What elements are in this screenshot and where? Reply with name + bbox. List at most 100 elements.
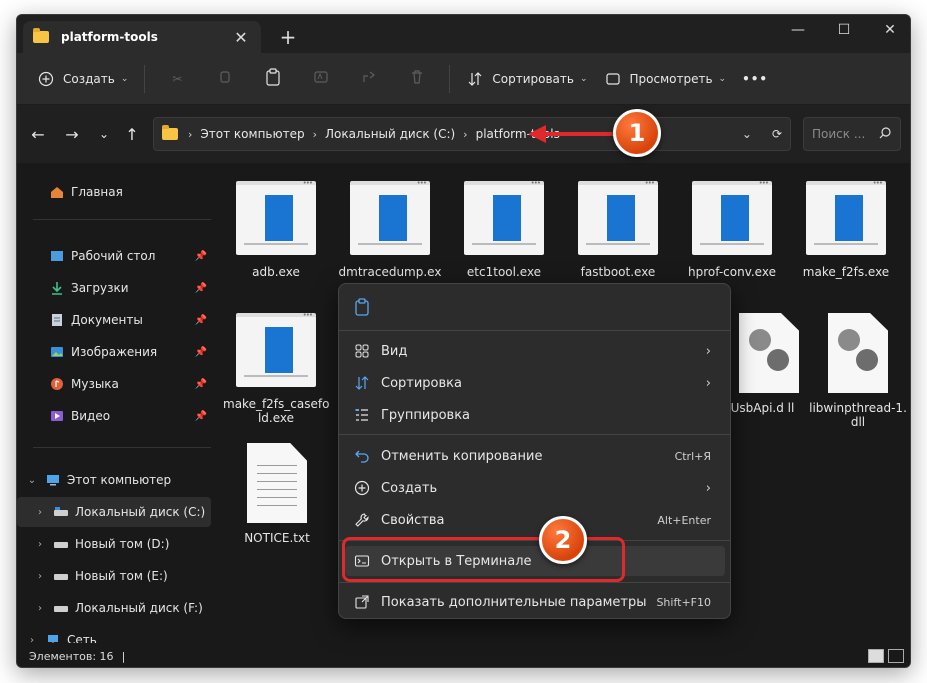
chevron-right-icon[interactable]: › bbox=[33, 507, 47, 518]
breadcrumb-this-pc[interactable]: Этот компьютер bbox=[200, 127, 304, 141]
menu-item-sort[interactable]: Сортировка › bbox=[345, 368, 725, 398]
menu-separator bbox=[339, 582, 730, 583]
sidebar-item-downloads[interactable]: Загрузки 📌 bbox=[17, 273, 211, 303]
dll-gear-icon bbox=[828, 313, 888, 393]
sidebar-item-drive-c[interactable]: › Локальный диск (C:) bbox=[17, 497, 211, 527]
menu-item-view[interactable]: Вид › bbox=[345, 336, 725, 366]
delete-button[interactable] bbox=[393, 63, 441, 95]
file-item-adbwinusbapi[interactable]: nUsbApi.d ll bbox=[723, 313, 803, 415]
file-name: fastboot.exe bbox=[580, 265, 656, 279]
file-item-fastboot[interactable]: fastboot.exe bbox=[565, 179, 671, 279]
video-icon bbox=[49, 408, 65, 424]
sidebar-item-this-pc[interactable]: ⌄ Этот компьютер bbox=[17, 465, 211, 495]
application-icon bbox=[806, 179, 886, 255]
clipboard-icon bbox=[265, 68, 281, 89]
menu-item-properties[interactable]: Свойства Alt+Enter bbox=[345, 505, 725, 535]
menu-separator bbox=[339, 330, 730, 331]
chevron-right-icon: › bbox=[705, 375, 711, 391]
menu-item-label: Свойства bbox=[381, 512, 445, 528]
forward-arrow-icon[interactable]: → bbox=[59, 123, 85, 145]
sidebar-item-desktop[interactable]: Рабочий стол 📌 bbox=[17, 241, 211, 271]
address-history-chevron-icon[interactable]: ⌄ bbox=[742, 127, 752, 141]
menu-item-undo-copy[interactable]: Отменить копирование Ctrl+Я bbox=[345, 441, 725, 471]
cut-button[interactable]: ✂ bbox=[153, 63, 201, 95]
share-icon bbox=[361, 69, 377, 88]
chevron-right-icon[interactable]: › bbox=[33, 539, 47, 550]
chevron-right-icon[interactable]: › bbox=[33, 571, 47, 582]
toolbar-divider bbox=[144, 64, 146, 93]
search-box[interactable]: Поиск ... bbox=[803, 117, 901, 151]
copy-button[interactable] bbox=[201, 63, 249, 95]
sidebar-item-music[interactable]: Музыка 📌 bbox=[17, 369, 211, 399]
download-icon bbox=[49, 280, 65, 296]
close-tab-icon[interactable]: ✕ bbox=[231, 28, 251, 47]
tab-platform-tools[interactable]: platform-tools ✕ bbox=[23, 21, 261, 53]
copy-icon bbox=[217, 69, 233, 88]
chevron-right-icon[interactable]: › bbox=[33, 603, 47, 614]
annotation-badge-1: 1 bbox=[613, 109, 661, 157]
folder-icon bbox=[162, 125, 178, 140]
menu-item-group[interactable]: Группировка bbox=[345, 400, 725, 430]
refresh-icon[interactable]: ⟳ bbox=[772, 127, 782, 141]
file-name: nUsbApi.d ll bbox=[723, 401, 795, 415]
file-name: make_f2fs_casefo ld.exe bbox=[223, 397, 330, 425]
file-item-etc1tool[interactable]: etc1tool.exe bbox=[451, 179, 557, 279]
pin-icon[interactable]: 📌 bbox=[195, 379, 207, 390]
rename-icon bbox=[313, 69, 329, 88]
create-button[interactable]: Создать ⌄ bbox=[29, 63, 136, 95]
file-item-hprof-conv[interactable]: hprof-conv.exe bbox=[679, 179, 785, 279]
file-item-notice[interactable]: NOTICE.txt bbox=[239, 443, 315, 545]
new-tab-button[interactable]: + bbox=[277, 25, 299, 49]
maximize-button[interactable]: ☐ bbox=[821, 15, 867, 45]
item-count: Элементов: 16 bbox=[29, 649, 114, 663]
address-bar[interactable]: › Этот компьютер › Локальный диск (C:) ›… bbox=[153, 117, 791, 151]
dll-gear-icon bbox=[739, 313, 799, 393]
file-item-libwinpthread[interactable]: libwinpthread-1. dll bbox=[805, 313, 910, 429]
chevron-down-icon[interactable]: ⌄ bbox=[25, 475, 39, 486]
sidebar-item-label: Документы bbox=[71, 313, 143, 327]
menu-item-new[interactable]: Создать › bbox=[345, 473, 725, 503]
details-view-icon[interactable] bbox=[868, 649, 884, 663]
address-controls: ⌄ ⟳ bbox=[742, 118, 782, 150]
paste-button[interactable] bbox=[249, 63, 297, 95]
sidebar-item-videos[interactable]: Видео 📌 bbox=[17, 401, 211, 431]
pin-icon[interactable]: 📌 bbox=[195, 315, 207, 326]
view-label: Просмотреть bbox=[629, 71, 713, 86]
sidebar-item-drive-d[interactable]: › Новый том (D:) bbox=[17, 529, 211, 559]
share-button[interactable] bbox=[345, 63, 393, 95]
pin-icon[interactable]: 📌 bbox=[195, 283, 207, 294]
minimize-button[interactable]: — bbox=[775, 15, 821, 45]
sidebar-item-home[interactable]: Главная bbox=[17, 177, 211, 207]
pin-icon[interactable]: 📌 bbox=[195, 251, 207, 262]
sidebar-item-label: Локальный диск (F:) bbox=[75, 601, 203, 615]
paste-clipboard-icon[interactable] bbox=[353, 298, 371, 316]
back-arrow-icon[interactable]: ← bbox=[25, 123, 51, 145]
breadcrumb-local-disk-c[interactable]: Локальный диск (C:) bbox=[325, 127, 455, 141]
group-icon bbox=[353, 406, 371, 424]
file-item-make-f2fs-casefold[interactable]: make_f2fs_casefo ld.exe bbox=[223, 311, 330, 425]
sort-button[interactable]: Сортировать ⌄ bbox=[458, 63, 595, 95]
file-item-adb[interactable]: adb.exe bbox=[223, 179, 329, 279]
sidebar-item-drive-e[interactable]: › Новый том (E:) bbox=[17, 561, 211, 591]
recent-locations-chevron-icon[interactable]: ⌄ bbox=[91, 123, 117, 145]
navigation-bar: ← → ⌄ ↑ › Этот компьютер › Локальный дис… bbox=[17, 105, 910, 163]
more-options-button[interactable]: ••• bbox=[734, 63, 776, 95]
up-arrow-icon[interactable]: ↑ bbox=[119, 123, 145, 145]
sidebar-item-documents[interactable]: Документы 📌 bbox=[17, 305, 211, 335]
document-icon bbox=[49, 312, 65, 328]
view-button[interactable]: Просмотреть ⌄ bbox=[596, 63, 735, 95]
menu-item-show-more-options[interactable]: Показать дополнительные параметры Shift+… bbox=[345, 587, 725, 617]
close-window-button[interactable]: ✕ bbox=[867, 15, 910, 45]
sidebar-item-label: Новый том (D:) bbox=[75, 537, 170, 551]
sidebar-item-pictures[interactable]: Изображения 📌 bbox=[17, 337, 211, 367]
menu-shortcut: Alt+Enter bbox=[657, 513, 711, 527]
sidebar-item-drive-f[interactable]: › Локальный диск (F:) bbox=[17, 593, 211, 623]
tiles-view-icon[interactable] bbox=[888, 649, 904, 663]
pin-icon[interactable]: 📌 bbox=[195, 411, 207, 422]
pin-icon[interactable]: 📌 bbox=[195, 347, 207, 358]
rename-button[interactable] bbox=[297, 63, 345, 95]
sidebar-item-label: Новый том (E:) bbox=[75, 569, 168, 583]
file-item-dmtracedump[interactable]: dmtracedump.ex bbox=[337, 179, 443, 279]
drive-icon bbox=[53, 600, 69, 616]
file-item-make-f2fs[interactable]: make_f2fs.exe bbox=[793, 179, 899, 279]
